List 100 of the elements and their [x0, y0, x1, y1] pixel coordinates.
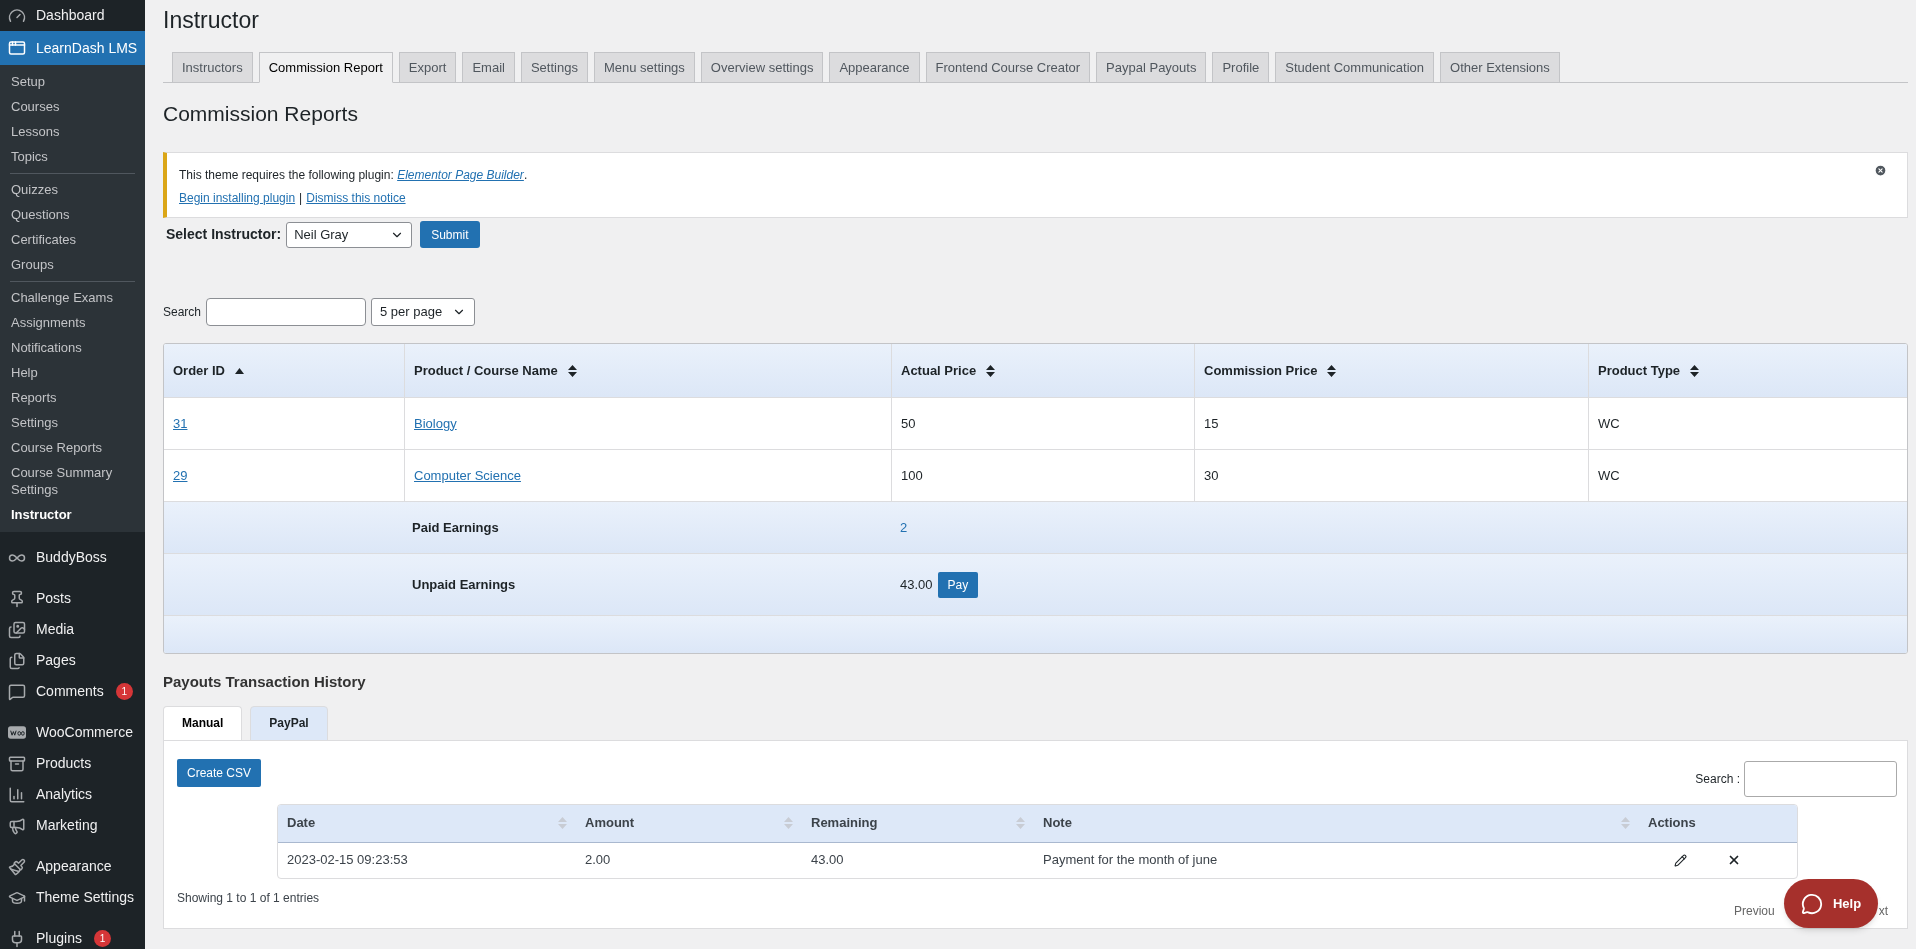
nav-tab[interactable]: Email: [462, 52, 515, 83]
table-cell-text: 43.00: [811, 851, 844, 870]
column-header[interactable]: Product Type: [1588, 344, 1907, 397]
count-badge: 1: [93, 930, 111, 947]
submenu-item[interactable]: Quizzes: [0, 177, 145, 202]
column-header[interactable]: Actual Price: [891, 344, 1194, 397]
menu-item[interactable]: Media: [0, 614, 145, 645]
submenu-item[interactable]: Questions: [0, 202, 145, 227]
search-label: Search: [163, 304, 202, 321]
nav-tab[interactable]: Instructors: [172, 52, 253, 83]
edit-icon[interactable]: [1674, 853, 1687, 867]
nav-tab[interactable]: Settings: [520, 52, 588, 83]
plugin-link[interactable]: Elementor Page Builder: [397, 168, 524, 182]
nav-tab[interactable]: Appearance: [829, 52, 920, 83]
menu-item[interactable]: Plugins 1: [0, 923, 145, 949]
menu-item[interactable]: Posts: [0, 583, 145, 614]
menu-item[interactable]: Analytics: [0, 779, 145, 810]
images-icon: [8, 620, 26, 639]
section-title: Commission Reports: [163, 101, 358, 127]
payout-tab[interactable]: Manual: [163, 705, 243, 741]
submenu-item[interactable]: Help: [0, 360, 145, 385]
column-header[interactable]: Commission Price: [1194, 344, 1588, 397]
previous-link[interactable]: Previou: [1733, 901, 1775, 920]
column-header[interactable]: Note: [1034, 804, 1639, 842]
submenu-item[interactable]: Settings: [0, 410, 145, 435]
submenu-item[interactable]: Notifications: [0, 335, 145, 360]
menu-item[interactable]: Appearance: [0, 851, 145, 882]
order-link[interactable]: 31: [173, 413, 188, 434]
paid-earnings-label: Paid Earnings: [412, 518, 499, 537]
nav-tab[interactable]: Student Communication: [1275, 52, 1435, 83]
create-csv-button[interactable]: Create CSV: [177, 758, 262, 787]
submenu-item[interactable]: Setup: [0, 69, 145, 94]
delete-icon[interactable]: [1727, 853, 1741, 867]
submenu-item[interactable]: Reports: [0, 385, 145, 410]
notice-link[interactable]: Dismiss this notice: [306, 189, 406, 207]
menu-item[interactable]: WooCommerce: [0, 717, 145, 748]
column-header[interactable]: Remaining: [802, 804, 1034, 842]
nav-tab[interactable]: Other Extensions: [1440, 52, 1560, 83]
search-field[interactable]: [1744, 760, 1897, 797]
submenu-item[interactable]: Course Summary Settings: [0, 460, 120, 502]
table-cell-text: WC: [1598, 466, 1620, 485]
archive-icon: [8, 754, 26, 773]
column-header[interactable]: Amount: [576, 804, 802, 842]
submenu-item[interactable]: Course Reports: [0, 435, 145, 460]
menu-item[interactable]: Pages: [0, 645, 145, 676]
submenu-item[interactable]: Lessons: [0, 119, 145, 144]
menu-item[interactable]: Products: [0, 748, 145, 779]
order-link[interactable]: 29: [173, 465, 188, 486]
nav-tab[interactable]: Overview settings: [700, 52, 824, 83]
sort-icon: [1016, 817, 1025, 829]
search-label: Search :: [1695, 770, 1740, 788]
help-button[interactable]: Help: [1784, 879, 1878, 928]
column-header[interactable]: Date: [278, 804, 576, 842]
submenu-item[interactable]: Instructor: [0, 502, 145, 527]
brush-icon: [8, 857, 26, 876]
next-link[interactable]: xt: [1878, 901, 1888, 920]
per-page-select[interactable]: 5 per page: [371, 298, 476, 326]
table-cell-text: 2023-02-15 09:23:53: [287, 851, 408, 870]
pages-icon: [8, 651, 26, 670]
pay-button[interactable]: Pay: [937, 571, 979, 598]
nav-tab[interactable]: Paypal Payouts: [1096, 52, 1207, 83]
submenu-item[interactable]: Topics: [0, 144, 145, 169]
sort-icon: [1621, 817, 1630, 829]
menu-item[interactable]: Comments 1: [0, 676, 145, 707]
paid-earnings-value: 2: [900, 518, 908, 537]
link-separator: |: [299, 190, 303, 207]
submenu-item[interactable]: Assignments: [0, 310, 145, 335]
payout-tab[interactable]: PayPal: [250, 705, 328, 741]
menu-item[interactable]: Marketing: [0, 810, 145, 841]
bar-chart-icon: [8, 785, 26, 804]
search-field[interactable]: [206, 298, 367, 326]
menu-item[interactable]: Dashboard: [0, 0, 145, 31]
window-icon: [8, 39, 26, 57]
instructor-select[interactable]: Neil Gray: [286, 221, 413, 248]
menu-item[interactable]: LearnDash LMS: [0, 31, 145, 65]
nav-tab[interactable]: Profile: [1212, 52, 1270, 83]
menu-item[interactable]: BuddyBoss: [0, 542, 145, 573]
woo-icon: [8, 726, 26, 739]
submenu-item[interactable]: Challenge Exams: [0, 285, 145, 310]
entries-info: Showing 1 to 1 of 1 entries: [177, 889, 320, 907]
column-header[interactable]: Actions: [1639, 804, 1797, 842]
course-link[interactable]: Computer Science: [414, 465, 521, 486]
close-icon[interactable]: [1874, 164, 1887, 177]
gauge-icon: [8, 6, 26, 25]
submit-button[interactable]: Submit: [420, 221, 480, 248]
nav-tab[interactable]: Commission Report: [258, 52, 393, 83]
submenu-item[interactable]: Groups: [0, 252, 145, 277]
column-header[interactable]: Product / Course Name: [404, 344, 891, 397]
nav-tab[interactable]: Menu settings: [593, 52, 695, 83]
nav-tab[interactable]: Export: [398, 52, 457, 83]
chat-bubble-icon: [1800, 892, 1823, 915]
notice-link[interactable]: Begin installing plugin: [179, 189, 296, 207]
menu-item[interactable]: Theme Settings: [0, 882, 145, 913]
payouts-title: Payouts Transaction History: [163, 672, 366, 692]
nav-tab[interactable]: Frontend Course Creator: [925, 52, 1091, 83]
submenu-item[interactable]: Certificates: [0, 227, 145, 252]
page-title: Instructor: [163, 6, 259, 35]
course-link[interactable]: Biology: [414, 413, 457, 434]
column-header[interactable]: Order ID: [164, 344, 404, 397]
submenu-item[interactable]: Courses: [0, 94, 145, 119]
